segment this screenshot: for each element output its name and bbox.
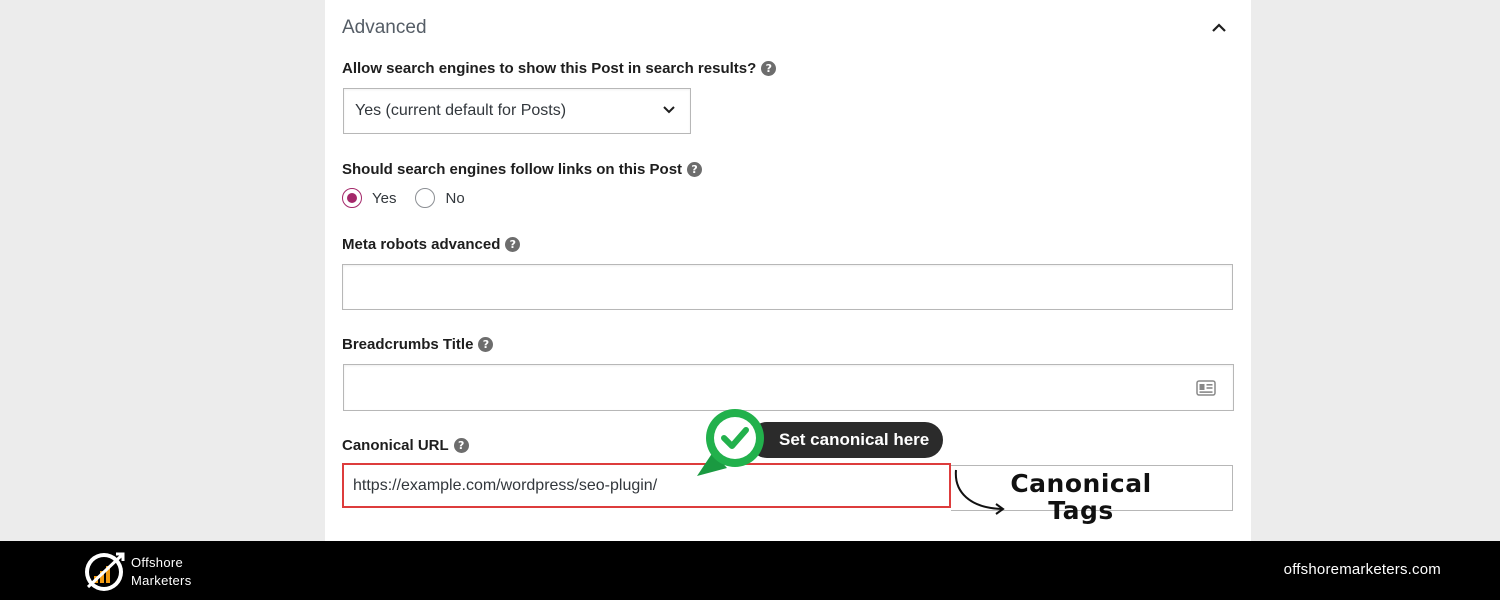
chevron-up-icon	[1212, 23, 1226, 32]
section-title: Advanced	[342, 17, 427, 38]
meta-robots-label: Meta robots advanced ?	[342, 236, 521, 253]
annotation-line-1: Canonical	[1010, 469, 1152, 498]
follow-links-no-radio[interactable]	[415, 188, 436, 208]
badge-pill: Set canonical here	[749, 422, 943, 458]
contact-card-icon[interactable]	[1196, 380, 1216, 396]
brand-line-1: Offshore	[131, 555, 184, 570]
badge-text: Set canonical here	[779, 430, 930, 449]
chevron-down-icon	[663, 106, 675, 114]
set-canonical-badge: Set canonical here	[693, 408, 945, 484]
meta-robots-input[interactable]	[343, 265, 1232, 309]
logo-icon	[85, 552, 125, 591]
search-visibility-label-text: Allow search engines to show this Post i…	[342, 60, 757, 77]
canonical-url-label: Canonical URL ?	[342, 437, 469, 454]
collapse-button[interactable]	[1209, 18, 1229, 38]
meta-robots-label-text: Meta robots advanced	[342, 236, 501, 253]
search-visibility-selected: Yes (current default for Posts)	[355, 102, 567, 119]
follow-links-no-label[interactable]: No	[445, 190, 464, 207]
follow-links-radio-group: Yes No	[342, 188, 484, 208]
canonical-tags-annotation: Canonical Tags	[1010, 470, 1152, 524]
curved-arrow-icon	[954, 469, 1005, 515]
brand-line-2: Marketers	[131, 573, 192, 588]
breadcrumbs-title-label: Breadcrumbs Title ?	[342, 336, 494, 353]
website-url[interactable]: offshoremarketers.com	[1284, 561, 1441, 578]
breadcrumbs-title-label-text: Breadcrumbs Title	[342, 336, 474, 353]
annotation-line-2: Tags	[1048, 496, 1114, 525]
canonical-url-label-text: Canonical URL	[342, 437, 449, 454]
help-icon[interactable]: ?	[505, 237, 521, 252]
help-icon[interactable]: ?	[478, 337, 494, 352]
footer-bar: Offshore Marketers offshoremarketers.com	[0, 541, 1500, 600]
help-icon[interactable]: ?	[687, 162, 703, 177]
follow-links-label-text: Should search engines follow links on th…	[342, 161, 683, 178]
breadcrumbs-title-field[interactable]	[343, 364, 1234, 411]
follow-links-yes-label[interactable]: Yes	[372, 190, 396, 207]
follow-links-yes-radio[interactable]	[342, 188, 362, 208]
search-visibility-select[interactable]: Yes (current default for Posts)	[343, 88, 691, 134]
search-visibility-label: Allow search engines to show this Post i…	[342, 60, 777, 77]
check-icon	[697, 409, 764, 476]
help-icon[interactable]: ?	[453, 438, 469, 453]
help-icon[interactable]: ?	[761, 61, 777, 76]
breadcrumbs-title-input[interactable]	[344, 365, 1233, 410]
follow-links-label: Should search engines follow links on th…	[342, 161, 703, 178]
brand-name: Offshore Marketers	[131, 554, 192, 590]
meta-robots-field[interactable]	[342, 264, 1233, 310]
